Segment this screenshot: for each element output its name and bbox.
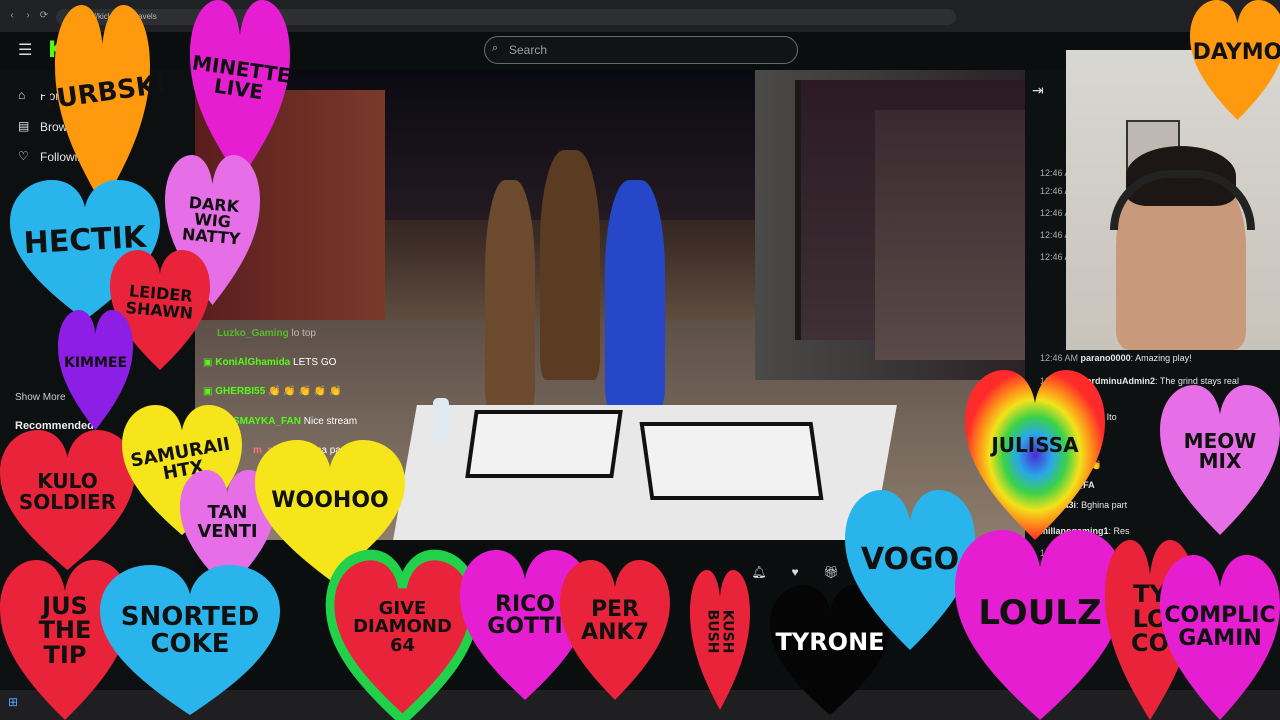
heart-badge: MEOW MIX xyxy=(1160,385,1280,535)
heart-badge: KUSH BUSH xyxy=(690,570,750,710)
heart-label: WOOHOO xyxy=(271,488,389,514)
heart-label: KULO SOLDIER xyxy=(18,469,117,514)
forward-icon[interactable]: › xyxy=(22,10,34,22)
heart-label: COMPLIC GAMIN xyxy=(1164,603,1276,651)
heart-label: KUSH BUSH xyxy=(705,609,736,654)
chat-message: 12:46 AM parano0000: Amazing play! xyxy=(1040,353,1192,363)
heart-label: SNORTED COKE xyxy=(120,602,260,659)
heart-badge: LOULZ xyxy=(955,530,1125,720)
heart-label: DAYMO xyxy=(1192,39,1280,65)
gift-icon[interactable]: 🎁︎ xyxy=(820,562,842,582)
overlay-chat-line: ▣ GHERBI55 👏 👏 👏 👏 👏 xyxy=(203,386,342,397)
heart-badge: PER ANK7 xyxy=(560,560,670,700)
overlay-chat-line: SMAYKA_FAN Nice stream xyxy=(233,416,358,427)
heart-label: KIMMEE xyxy=(63,354,128,371)
heart-label: JULISSA xyxy=(991,432,1079,457)
water-bottle xyxy=(433,398,449,442)
heart-badge: SNORTED COKE xyxy=(100,565,280,715)
heart-label: GIVE DIAMOND 64 xyxy=(353,598,452,656)
heart-label: PER ANK7 xyxy=(581,597,649,645)
heart-badge: KULO SOLDIER xyxy=(0,430,135,570)
heart-badge: TURBSKI xyxy=(37,5,168,205)
video-reflection xyxy=(875,110,1025,360)
heart-label: LOULZ xyxy=(978,593,1102,634)
heart-badge: DAYMO xyxy=(1190,0,1280,120)
heart-badge: GIVE DIAMOND 64 xyxy=(325,549,480,720)
video-person xyxy=(540,150,600,380)
heart-badge: COMPLIC GAMIN xyxy=(1160,555,1280,720)
heart-badge: MINETTE LIVE xyxy=(190,0,292,180)
search-input[interactable]: Search xyxy=(484,36,798,64)
overlay-chat-line: ▣ KoniAlGhamida LETS GO xyxy=(203,357,337,368)
bell-icon[interactable]: 🔔︎ xyxy=(748,562,770,582)
back-icon[interactable]: ‹ xyxy=(6,10,18,22)
follow-heart-icon[interactable]: ♥ xyxy=(784,562,806,582)
video-frame xyxy=(639,422,824,500)
search-icon: ⌕ xyxy=(492,42,499,54)
video-person xyxy=(485,180,535,410)
menu-icon[interactable]: ☰ xyxy=(18,40,32,60)
heart-icon: ♡ xyxy=(18,149,29,163)
browse-icon: ▤ xyxy=(18,119,30,133)
heart-label: MEOW MIX xyxy=(1183,428,1257,473)
video-person xyxy=(605,180,665,410)
heart-badge: JULISSA xyxy=(965,370,1105,540)
video-frame xyxy=(465,410,623,478)
collapse-chat-icon[interactable]: ⇥ xyxy=(1032,82,1044,99)
home-icon: ⌂ xyxy=(18,88,26,102)
overlay-chat-line: Luzko_Gaming lo top xyxy=(217,328,316,339)
